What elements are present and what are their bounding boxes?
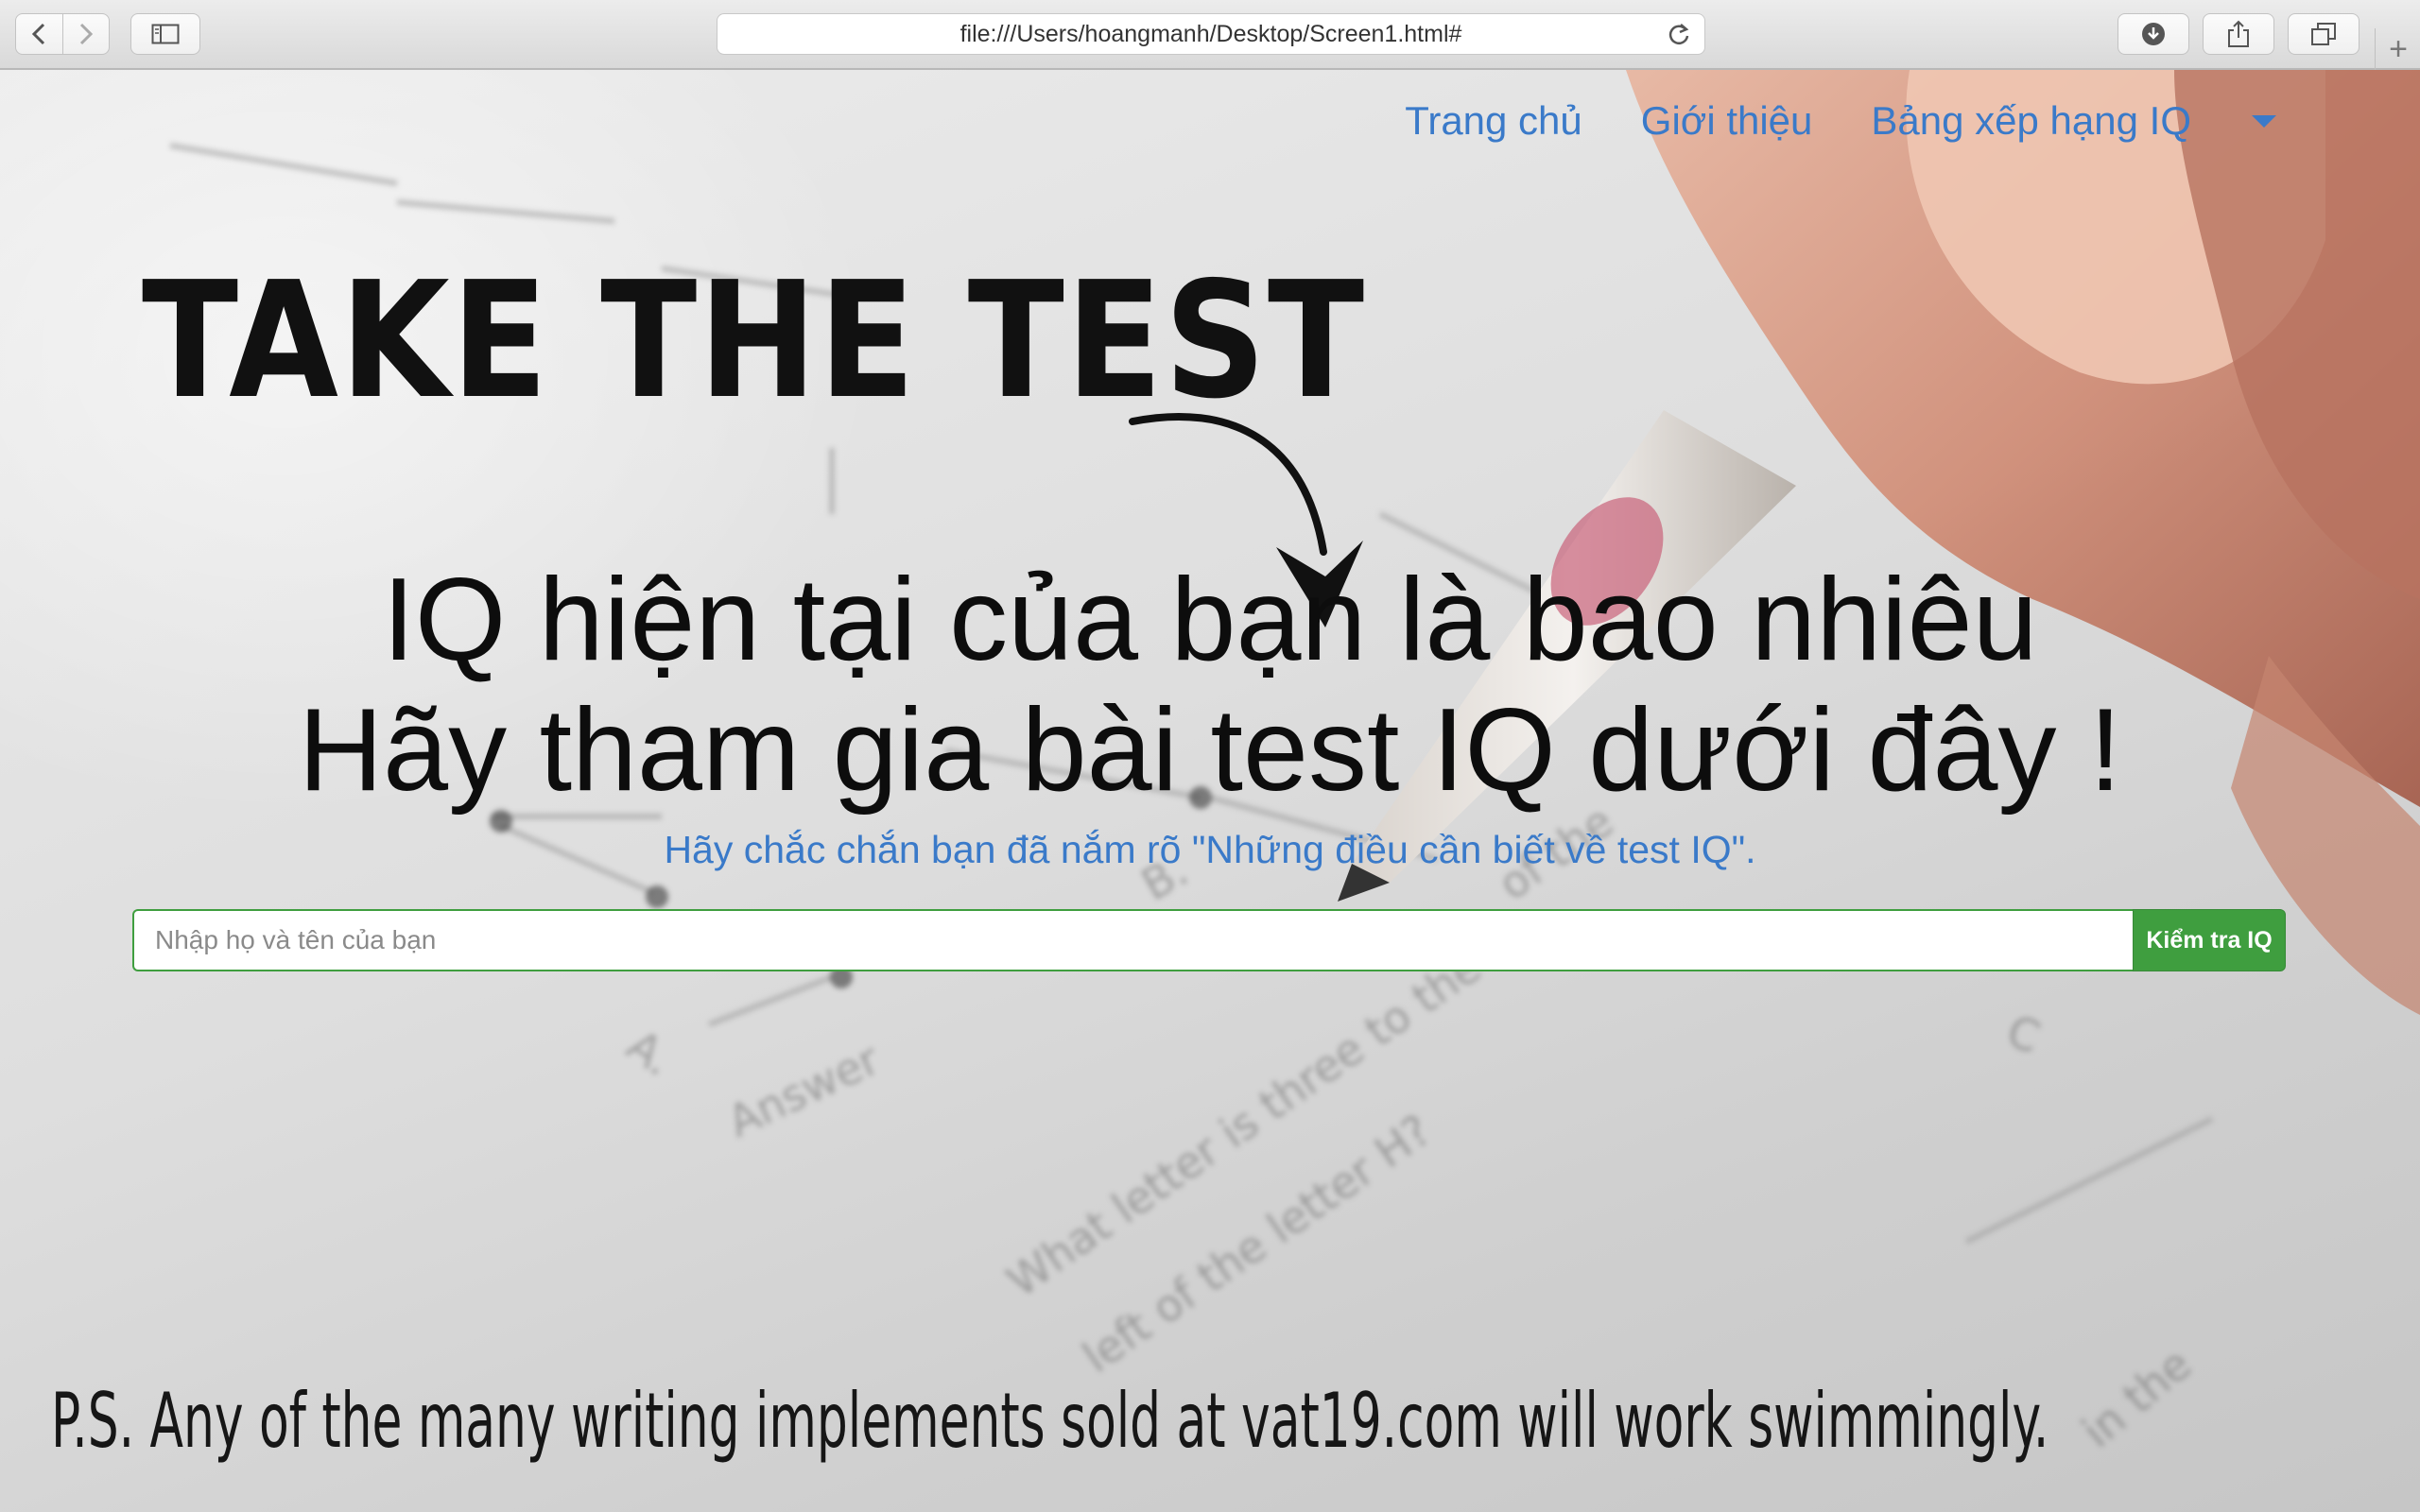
ps-caption: P.S. Any of the many writing implements …: [51, 1377, 2049, 1465]
iq-test-form: Kiểm tra IQ: [132, 909, 2286, 971]
forward-button[interactable]: [61, 14, 110, 54]
downloads-button[interactable]: [2118, 13, 2189, 55]
show-tabs-button[interactable]: [2288, 13, 2360, 55]
share-button[interactable]: [2203, 13, 2274, 55]
forward-icon: [79, 23, 93, 45]
browser-toolbar: file:///Users/hoangmanh/Desktop/Screen1.…: [0, 0, 2420, 70]
tabs-icon: [2311, 23, 2336, 45]
nav-link-iq-ranking[interactable]: Bảng xếp hạng IQ: [1871, 98, 2191, 144]
main-navigation: Trang chủ Giới thiệu Bảng xếp hạng IQ: [1405, 98, 2420, 144]
sidebar-icon: [151, 24, 180, 44]
url-text: file:///Users/hoangmanh/Desktop/Screen1.…: [959, 20, 1462, 47]
new-tab-button[interactable]: +: [2375, 28, 2420, 70]
back-button[interactable]: [16, 14, 62, 54]
check-iq-button[interactable]: Kiểm tra IQ: [2133, 909, 2286, 971]
dropdown-caret-icon[interactable]: [2252, 114, 2276, 128]
hero-headline-line1: IQ hiện tại của bạn là bao nhiêu: [382, 555, 2038, 685]
nav-link-about[interactable]: Giới thiệu: [1641, 98, 1813, 144]
sidebar-toggle-button[interactable]: [130, 13, 200, 55]
plus-icon: +: [2389, 30, 2408, 67]
iq-info-link[interactable]: Hãy chắc chắn bạn đã nắm rõ "Những điều …: [0, 828, 2420, 872]
name-input[interactable]: [132, 909, 2133, 971]
address-bar[interactable]: file:///Users/hoangmanh/Desktop/Screen1.…: [717, 13, 1705, 55]
history-nav-group: [15, 13, 110, 55]
back-icon: [32, 23, 45, 45]
nav-link-home[interactable]: Trang chủ: [1405, 98, 1582, 144]
download-icon: [2142, 23, 2165, 45]
reload-icon[interactable]: [1667, 22, 1691, 46]
hero-headline-line2: Hãy tham gia bài test IQ dưới đây !: [298, 685, 2122, 816]
web-page: A. Answer B. What letter is three to the…: [0, 70, 2420, 1512]
share-icon: [2228, 20, 2249, 47]
